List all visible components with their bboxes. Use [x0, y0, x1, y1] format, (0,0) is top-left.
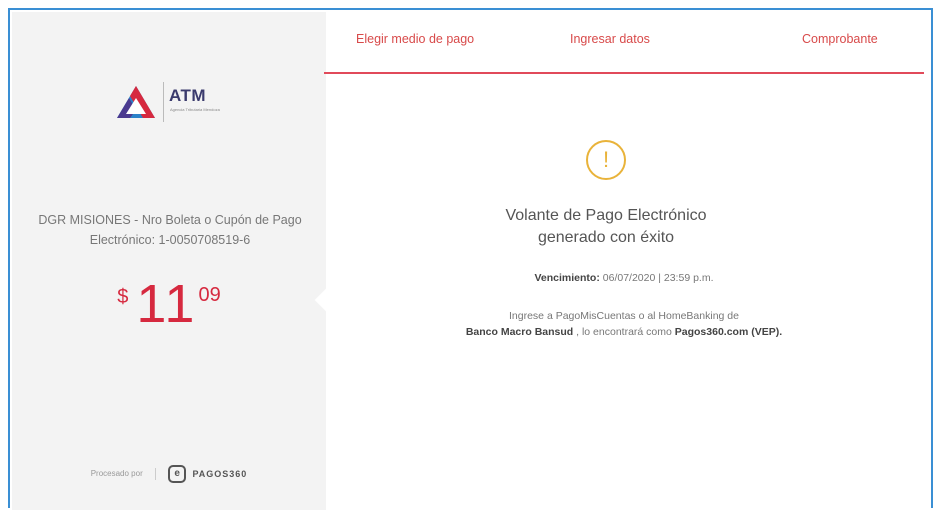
pagos360-icon: e	[168, 465, 187, 483]
logo-divider	[163, 82, 164, 122]
step-tabs: Elegir medio de pago Ingresar datos Comp…	[324, 32, 924, 74]
brand-subtitle: Agencia Tributaria Mendoza	[170, 107, 220, 112]
amount-decimal: 09	[198, 284, 221, 306]
tab-enter-data[interactable]: Ingresar datos	[570, 32, 650, 46]
alert-circle-icon: !	[586, 140, 626, 180]
vep-name: Pagos360.com (VEP).	[674, 326, 783, 338]
due-date: Vencimiento: 06/07/2020 | 23:59 p.m.	[324, 272, 924, 284]
instruction-line1: Ingrese a PagoMisCuentas o al HomeBankin…	[509, 310, 739, 322]
payment-instructions: Ingrese a PagoMisCuentas o al HomeBankin…	[324, 308, 924, 340]
atm-logo: ATM Agencia Tributaria Mendoza	[115, 80, 235, 126]
tab-payment-method[interactable]: Elegir medio de pago	[356, 32, 474, 46]
bank-name: Banco Macro Bansud	[465, 326, 574, 338]
result-message: Volante de Pago Electrónico generado con…	[505, 207, 707, 246]
processed-divider	[154, 468, 156, 480]
amount-integer: 11	[136, 274, 197, 334]
processor-name: PAGOS360	[192, 469, 248, 479]
amount-currency: $	[117, 286, 129, 308]
due-label: Vencimiento:	[534, 272, 600, 284]
processed-label: Procesado por	[90, 469, 143, 479]
brand-name: ATM	[169, 86, 207, 105]
atm-logo-icon	[117, 86, 155, 118]
payment-description: DGR MISIONES - Nro Boleta o Cupón de Pag…	[38, 213, 302, 247]
tab-receipt[interactable]: Comprobante	[802, 32, 878, 46]
due-value: 06/07/2020 | 23:59 p.m.	[602, 272, 714, 284]
summary-panel: ATM Agencia Tributaria Mendoza DGR MISIO…	[12, 12, 326, 510]
payment-amount: $11 09	[12, 274, 326, 334]
processed-by: Procesado por e PAGOS360	[12, 465, 326, 483]
payment-frame: ATM Agencia Tributaria Mendoza DGR MISIO…	[8, 8, 933, 510]
instruction-mid: , lo encontrará como	[576, 326, 672, 338]
